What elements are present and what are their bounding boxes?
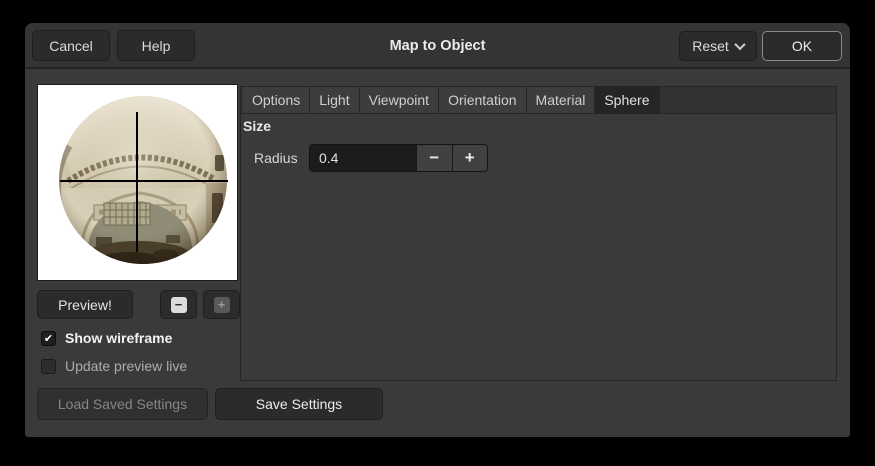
cancel-button-label: Cancel [49, 37, 93, 54]
tab-orientation-label: Orientation [448, 92, 517, 108]
reset-dropdown-button[interactable]: Reset [679, 31, 757, 61]
ok-button[interactable]: OK [762, 31, 842, 61]
load-saved-settings-button[interactable]: Load Saved Settings [37, 388, 208, 420]
tab-viewpoint-label: Viewpoint [368, 92, 430, 108]
dialog-title: Map to Object [389, 38, 486, 54]
tab-material-label: Material [535, 92, 586, 108]
preview-button[interactable]: Preview! [37, 290, 133, 319]
radius-spinner: − + [309, 144, 488, 172]
plus-icon: + [464, 148, 475, 167]
show-wireframe-row: ✔ Show wireframe [41, 330, 172, 346]
zoom-in-icon: + [213, 296, 230, 313]
tab-sphere[interactable]: Sphere [595, 87, 660, 113]
tab-strip: Options Light Viewpoint Orientation Mate… [240, 86, 837, 114]
save-settings-button[interactable]: Save Settings [215, 388, 383, 420]
help-button-label: Help [141, 37, 171, 54]
dialog-headerbar: Cancel Help Map to Object Reset OK [25, 23, 850, 69]
radius-decrement-button[interactable]: − [416, 145, 452, 171]
sphere-preview-area [37, 84, 238, 281]
save-settings-label: Save Settings [255, 396, 343, 412]
tab-orientation[interactable]: Orientation [439, 87, 527, 113]
tab-viewpoint[interactable]: Viewpoint [359, 87, 440, 113]
size-section-label: Size [243, 118, 272, 134]
radius-input[interactable] [310, 145, 416, 171]
radius-label: Radius [254, 150, 298, 166]
tab-light[interactable]: Light [310, 87, 360, 113]
update-preview-live-label[interactable]: Update preview live [65, 358, 187, 374]
sphere-preview-image [59, 96, 228, 264]
help-button[interactable]: Help [117, 30, 195, 61]
show-wireframe-label[interactable]: Show wireframe [65, 330, 172, 346]
ok-button-label: OK [791, 38, 813, 54]
tab-options[interactable]: Options [243, 87, 311, 113]
cancel-button[interactable]: Cancel [32, 30, 110, 61]
zoom-out-button[interactable]: − [160, 290, 197, 319]
checkmark-icon: ✔ [43, 332, 54, 345]
reset-button-label: Reset [692, 38, 729, 54]
load-saved-settings-label: Load Saved Settings [57, 396, 188, 412]
minus-icon: − [429, 148, 440, 167]
tab-light-label: Light [319, 92, 350, 108]
screen-background: Cancel Help Map to Object Reset OK Previ… [0, 0, 875, 466]
radius-increment-button[interactable]: + [451, 145, 487, 171]
update-preview-live-checkbox[interactable] [41, 358, 56, 374]
tab-sphere-label: Sphere [604, 92, 650, 108]
settings-notebook: Options Light Viewpoint Orientation Mate… [240, 86, 837, 381]
sphere-tab-panel: Size Radius − + [240, 114, 837, 381]
map-to-object-dialog: Cancel Help Map to Object Reset OK Previ… [25, 23, 850, 437]
zoom-in-button[interactable]: + [203, 290, 240, 319]
show-wireframe-checkbox[interactable]: ✔ [41, 330, 56, 346]
tab-material[interactable]: Material [526, 87, 596, 113]
chevron-down-icon [734, 38, 746, 51]
zoom-out-icon: − [170, 296, 187, 313]
update-preview-live-row: Update preview live [41, 358, 187, 374]
preview-button-label: Preview! [58, 296, 112, 313]
tab-options-label: Options [252, 92, 301, 108]
